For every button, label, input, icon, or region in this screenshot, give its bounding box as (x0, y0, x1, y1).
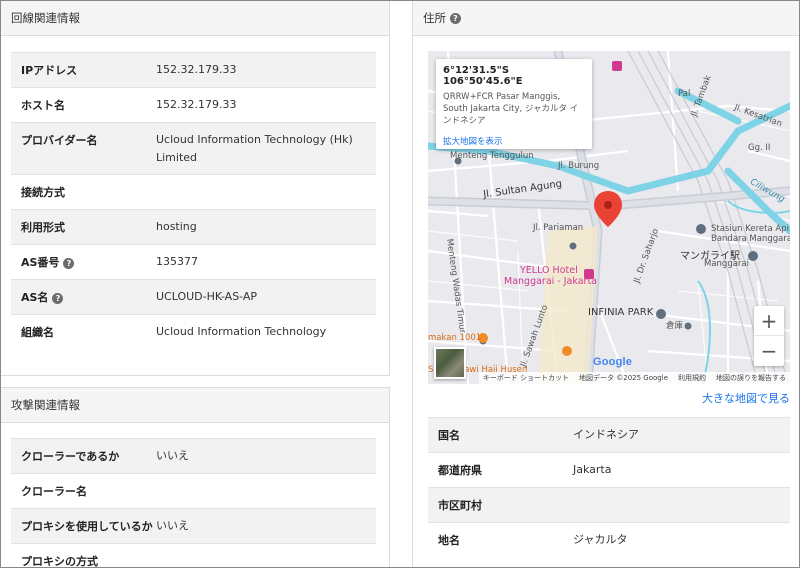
popup-address: QRRW+FCR Pasar Manggis, South Jakarta Ci… (443, 92, 579, 126)
google-logo: Google (593, 356, 633, 368)
satellite-toggle[interactable] (434, 347, 466, 379)
table-row: 国名 インドネシア (428, 417, 790, 453)
question-circle-icon[interactable]: ? (450, 12, 461, 24)
report-error-link[interactable]: 地図の誤りを報告する (716, 373, 786, 383)
row-key: クローラー名 (11, 473, 156, 509)
row-value: UCLOUD-HK-AS-AP (156, 279, 376, 315)
row-value: ジャカルタ (573, 522, 790, 558)
map-view[interactable]: Menteng Tenggulun Jl. Burung Jl. Sultan … (428, 51, 790, 384)
map-label: Gg. II (748, 143, 771, 153)
table-row: 組織名 Ucloud Information Technology (11, 314, 376, 350)
larger-map-link[interactable]: 大きな地図で見る (702, 390, 790, 406)
row-value: 152.32.179.33 (156, 87, 376, 123)
row-key: 国名 (428, 417, 573, 453)
plus-icon[interactable]: + (754, 306, 784, 336)
line-info-table: IPアドレス 152.32.179.33 ホスト名 152.32.179.33 … (11, 52, 376, 350)
row-value: いいえ (156, 438, 376, 474)
row-key: AS番号? (11, 244, 156, 280)
zoom-control: + − (754, 306, 784, 366)
map-label: Pal (678, 89, 691, 99)
map-label: Manggarai (704, 259, 749, 269)
row-value (573, 487, 790, 523)
attack-info-title: 攻撃関連情報 (11, 398, 80, 412)
row-value: インドネシア (573, 417, 790, 453)
row-key: プロバイダー名 (11, 122, 156, 175)
row-value (156, 473, 376, 509)
row-key: 地名 (428, 522, 573, 558)
line-info-header: 回線関連情報 (1, 1, 389, 36)
row-key: クローラーであるか (11, 438, 156, 474)
table-row: クローラー名 (11, 473, 376, 509)
question-circle-icon[interactable]: ? (63, 258, 75, 269)
row-key: 組織名 (11, 314, 156, 350)
table-row: 接続方式 (11, 174, 376, 210)
row-key: プロキシを使用しているか (11, 508, 156, 544)
attack-info-header: 攻撃関連情報 (1, 388, 389, 423)
map-label: Jl. Pariaman (533, 223, 584, 233)
minus-icon[interactable]: − (754, 336, 784, 366)
row-value: 135377 (156, 244, 376, 280)
map-label: YELLO Hotel (520, 265, 578, 276)
row-value: Ucloud Information Technology (Hk) Limit… (156, 122, 376, 175)
map-label: 倉庫 (666, 321, 684, 331)
row-key: 市区町村 (428, 487, 573, 523)
row-value: Jakarta (573, 452, 790, 488)
row-value: 152.32.179.33 (156, 52, 376, 88)
table-row: プロバイダー名 Ucloud Information Technology (H… (11, 122, 376, 175)
map-attribution: キーボード ショートカット 地図データ ©2025 Google 利用規約 地図… (478, 372, 790, 384)
row-key: 利用形式 (11, 209, 156, 245)
row-key: 接続方式 (11, 174, 156, 210)
table-row: 利用形式 hosting (11, 209, 376, 245)
question-circle-icon[interactable]: ? (52, 293, 64, 304)
map-label: Menteng Tenggulun (450, 151, 534, 161)
line-info-title: 回線関連情報 (11, 11, 80, 25)
map-label: Manggarai - Jakarta (504, 276, 597, 287)
table-row: IPアドレス 152.32.179.33 (11, 52, 376, 88)
popup-coordinates: 6°12'31.5"S 106°50'45.6"E (443, 65, 523, 87)
table-row: 地名 ジャカルタ (428, 522, 790, 558)
row-value: Ucloud Information Technology (156, 314, 376, 350)
address-title: 住所 (423, 11, 446, 25)
table-row: クローラーであるか いいえ (11, 438, 376, 474)
attack-info-card: 攻撃関連情報 クローラーであるか いいえ クローラー名 プロキシを使用しているか… (0, 387, 390, 568)
row-value: いいえ (156, 508, 376, 544)
address-header: 住所 ? (413, 1, 800, 36)
map-label: INFINIA PARK (588, 307, 654, 318)
table-row: 市区町村 (428, 487, 790, 523)
table-row: ホスト名 152.32.179.33 (11, 87, 376, 123)
attack-info-table: クローラーであるか いいえ クローラー名 プロキシを使用しているか いいえ プロ… (11, 438, 376, 568)
address-table: 国名 インドネシア 都道府県 Jakarta 市区町村 地名 ジャカルタ (428, 417, 790, 558)
map-label: Stasiun Kereta Api (711, 224, 789, 234)
row-key: 都道府県 (428, 452, 573, 488)
table-row: 都道府県 Jakarta (428, 452, 790, 488)
table-row: AS名? UCLOUD-HK-AS-AP (11, 279, 376, 315)
row-value (156, 174, 376, 210)
view-larger-map-link[interactable]: 拡大地図を表示 (443, 135, 585, 147)
row-value: hosting (156, 209, 376, 245)
row-key: プロキシの方式 (11, 543, 156, 568)
table-row: プロキシを使用しているか いいえ (11, 508, 376, 544)
keyboard-shortcuts-link[interactable]: キーボード ショートカット (483, 373, 569, 383)
row-key: IPアドレス (11, 52, 156, 88)
map-label: Bandara Manggarai (711, 234, 790, 244)
map-data-text: 地図データ ©2025 Google (579, 374, 668, 382)
row-key: AS名? (11, 279, 156, 315)
map-label: makan 1001 (428, 333, 482, 343)
terms-link[interactable]: 利用規約 (678, 373, 706, 383)
line-info-card: 回線関連情報 IPアドレス 152.32.179.33 ホスト名 152.32.… (0, 0, 390, 376)
map-label: Jl. Burung (558, 161, 600, 171)
row-key: ホスト名 (11, 87, 156, 123)
table-row: AS番号? 135377 (11, 244, 376, 280)
map-info-popup: 6°12'31.5"S 106°50'45.6"E QRRW+FCR Pasar… (436, 59, 592, 149)
row-value (156, 543, 376, 568)
table-row: プロキシの方式 (11, 543, 376, 568)
